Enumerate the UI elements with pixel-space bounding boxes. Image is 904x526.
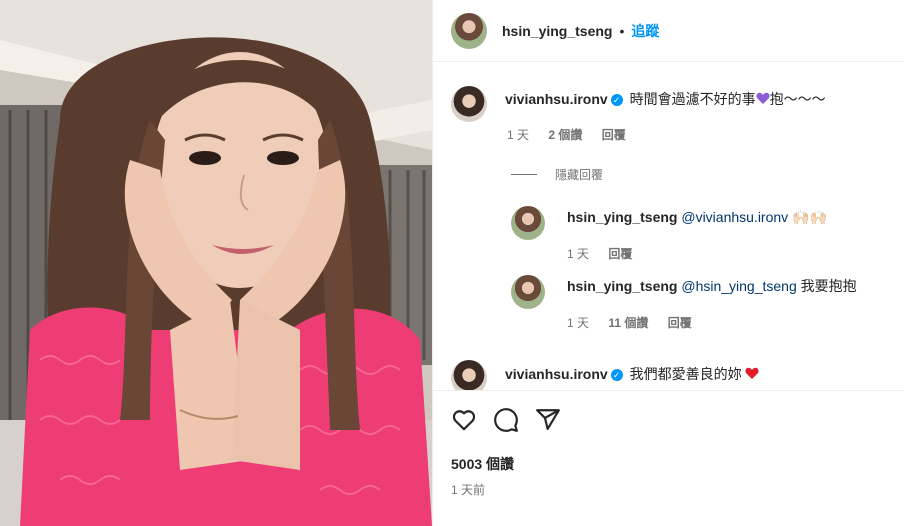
commenter-avatar[interactable] — [451, 86, 487, 122]
heart-icon[interactable] — [451, 407, 477, 433]
reply-body: hsin_ying_tseng @hsin_ying_tseng 我要抱抱 — [567, 277, 857, 295]
author-username[interactable]: hsin_ying_tseng — [502, 23, 612, 39]
comment-likes[interactable]: 2 個讚 — [548, 128, 582, 142]
purple-heart-emoji — [756, 92, 770, 104]
reply-meta: 1 天 11 個讚 回覆 — [567, 314, 708, 331]
reply-mention[interactable]: @hsin_ying_tseng — [681, 278, 796, 294]
red-heart-emoji — [745, 367, 760, 379]
comment-text-tail: 抱～～～ — [769, 91, 826, 107]
hide-replies-line — [511, 174, 537, 175]
reply-button[interactable]: 回覆 — [602, 128, 626, 142]
post-sidebar: hsin_ying_tseng • 追蹤 vivianhsu.ironv ✓ 時間… — [432, 0, 904, 526]
reply-item: hsin_ying_tseng @vivianhsu.ironv 🙌🏻🙌🏻 — [511, 206, 827, 240]
post-header: hsin_ying_tseng • 追蹤 — [433, 0, 904, 62]
reply-button[interactable]: 回覆 — [668, 316, 692, 330]
reply-body: hsin_ying_tseng @vivianhsu.ironv 🙌🏻🙌🏻 — [567, 208, 827, 226]
hide-replies-label: 隱藏回覆 — [555, 168, 604, 182]
comment-text: 時間會過濾不好的事 — [629, 91, 756, 107]
comment-username[interactable]: vivianhsu.ironv — [505, 366, 608, 382]
reply-time: 1 天 — [567, 316, 590, 330]
comments-list[interactable]: vivianhsu.ironv ✓ 時間會過濾不好的事 抱～～～ 1 天 2 個讚 … — [433, 62, 904, 390]
hide-replies-button[interactable]: 隱藏回覆 — [511, 166, 603, 183]
comment-time: 1 天 — [507, 128, 530, 142]
author-avatar[interactable] — [451, 12, 487, 49]
action-bar — [451, 407, 577, 433]
reply-username[interactable]: hsin_ying_tseng — [567, 278, 677, 294]
reply-item: hsin_ying_tseng @hsin_ying_tseng 我要抱抱 — [511, 275, 857, 309]
reply-text: 🙌🏻🙌🏻 — [792, 209, 827, 225]
verified-badge-icon: ✓ — [610, 94, 623, 106]
reply-text: 我要抱抱 — [800, 278, 857, 294]
post-actions-section: 5003 個讚 1 天前 — [433, 390, 904, 497]
reply-avatar[interactable] — [511, 206, 545, 240]
follow-button[interactable]: 追蹤 — [631, 21, 659, 41]
reply-button[interactable]: 回覆 — [608, 247, 632, 261]
post-photo[interactable] — [0, 0, 432, 526]
comment-meta: 1 天 2 個讚 回覆 — [507, 126, 642, 143]
commenter-avatar[interactable] — [451, 360, 487, 390]
verified-badge-icon: ✓ — [610, 369, 623, 381]
reply-likes[interactable]: 11 個讚 — [608, 316, 648, 330]
comment-item: vivianhsu.ironv ✓ 時間會過濾不好的事 抱～～～ — [451, 86, 826, 122]
comment-icon[interactable] — [493, 407, 519, 433]
comment-item: vivianhsu.ironv ✓ 我們都愛善良的妳 — [451, 360, 760, 390]
likes-count[interactable]: 5003 個讚 — [451, 454, 514, 474]
comment-body: vivianhsu.ironv ✓ 我們都愛善良的妳 — [505, 365, 760, 383]
reply-meta: 1 天 回覆 — [567, 245, 648, 262]
separator-dot: • — [619, 22, 625, 39]
post-timestamp: 1 天前 — [451, 483, 486, 497]
selfie-image — [0, 0, 432, 526]
comment-username[interactable]: vivianhsu.ironv — [505, 91, 608, 107]
reply-time: 1 天 — [567, 247, 590, 261]
comment-text: 我們都愛善良的妳 — [629, 366, 742, 382]
reply-avatar[interactable] — [511, 275, 545, 309]
comment-body: vivianhsu.ironv ✓ 時間會過濾不好的事 抱～～～ — [505, 90, 826, 108]
share-icon[interactable] — [535, 407, 561, 433]
reply-mention[interactable]: @vivianhsu.ironv — [681, 209, 788, 225]
reply-username[interactable]: hsin_ying_tseng — [567, 209, 677, 225]
